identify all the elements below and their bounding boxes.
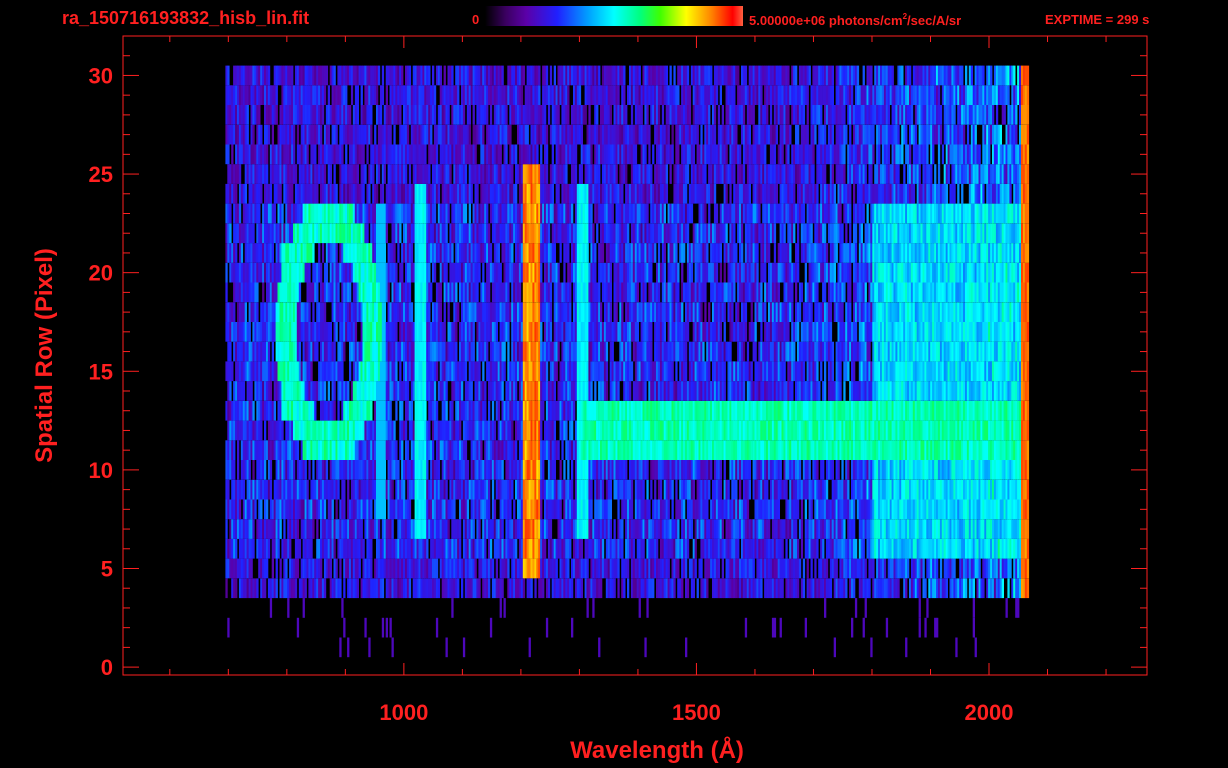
y-tick-label: 0 xyxy=(101,655,113,680)
spectrum-heatmap-chart: 1000 1500 2000051015202530 Wavelength (Å) … xyxy=(31,35,1148,764)
y-axis-label: Spatial Row (Pixel) xyxy=(31,248,58,463)
y-tick-label: 25 xyxy=(89,162,113,187)
y-tick-label: 20 xyxy=(89,261,113,286)
x-tick-label: 2000 xyxy=(965,700,1014,725)
x-tick-label: 1000 xyxy=(379,700,428,725)
y-tick-label: 10 xyxy=(89,458,113,483)
y-tick-label: 5 xyxy=(101,557,113,582)
x-tick-label: 1500 xyxy=(672,700,721,725)
x-axis-label: Wavelength (Å) xyxy=(570,736,744,764)
heatmap-data-layer xyxy=(225,65,1030,658)
y-tick-label: 30 xyxy=(89,63,113,88)
y-tick-label: 15 xyxy=(89,359,113,384)
